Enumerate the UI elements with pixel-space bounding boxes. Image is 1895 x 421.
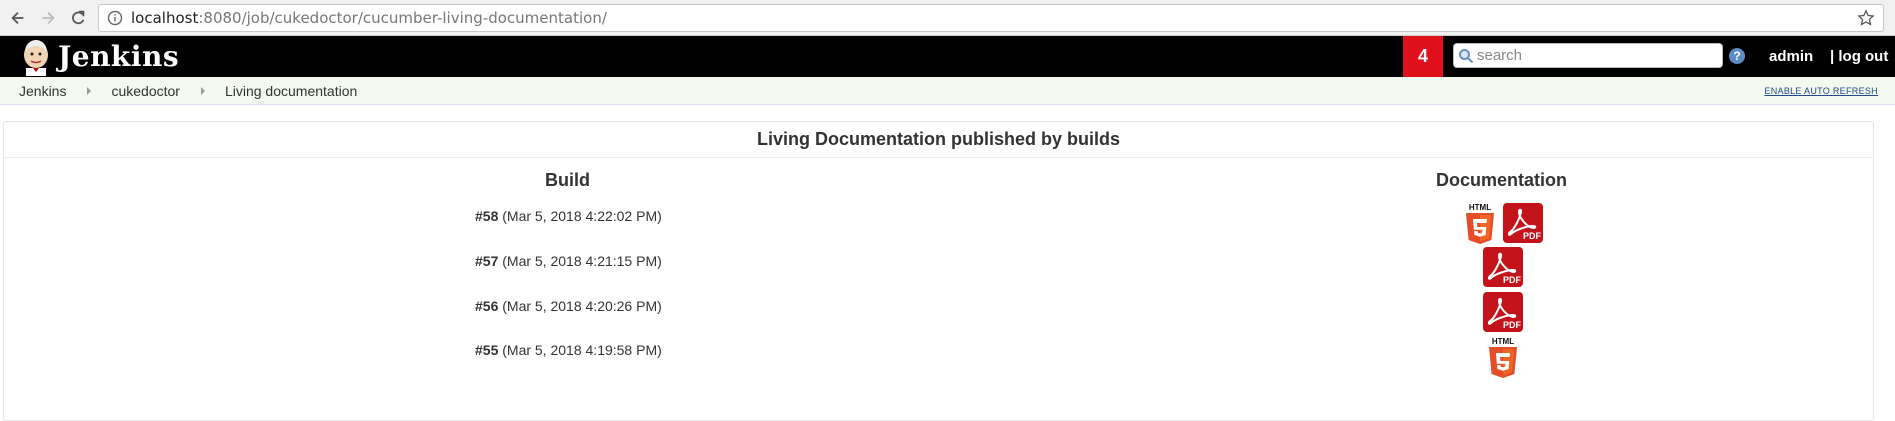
- svg-text:HTML: HTML: [1492, 337, 1514, 346]
- notification-badge[interactable]: 4: [1403, 36, 1443, 77]
- search-box: [1453, 43, 1723, 68]
- back-arrow-icon: [11, 11, 24, 24]
- build-date: (Mar 5, 2018 4:20:26 PM): [502, 298, 662, 314]
- search-input[interactable]: [1477, 47, 1717, 64]
- build-date: (Mar 5, 2018 4:22:02 PM): [502, 208, 662, 224]
- breadcrumb: Jenkins cukedoctor Living documentation …: [0, 77, 1895, 105]
- breadcrumb-separator[interactable]: [87, 86, 92, 95]
- reload-button[interactable]: [66, 6, 90, 30]
- help-icon[interactable]: ?: [1729, 48, 1745, 64]
- logout-link[interactable]: | log out: [1830, 48, 1888, 65]
- build-row[interactable]: #58 (Mar 5, 2018 4:22:02 PM): [475, 208, 662, 224]
- build-row[interactable]: #56 (Mar 5, 2018 4:20:26 PM): [475, 298, 662, 314]
- jenkins-brand: Jenkins: [58, 40, 180, 73]
- back-button[interactable]: [6, 6, 30, 30]
- svg-text:PDF: PDF: [1503, 320, 1522, 330]
- build-date: (Mar 5, 2018 4:19:58 PM): [502, 342, 662, 358]
- living-documentation-panel: Living Documentation published by builds…: [3, 121, 1874, 421]
- forward-arrow-icon: [42, 11, 55, 24]
- browser-toolbar: localhost:8080/job/cukedoctor/cucumber-l…: [0, 0, 1895, 36]
- pdf-icon[interactable]: PDF: [1482, 291, 1524, 333]
- html5-icon[interactable]: HTML: [1487, 336, 1519, 379]
- url-host: localhost: [131, 8, 199, 27]
- documentation-cell: HTML: [1487, 337, 1519, 379]
- breadcrumb-separator[interactable]: [200, 86, 205, 95]
- reload-icon: [72, 10, 85, 24]
- build-number[interactable]: #56: [475, 298, 498, 314]
- url-path: :8080/job/cukedoctor/cucumber-living-doc…: [198, 8, 607, 27]
- documentation-column-header: Documentation: [1436, 170, 1568, 190]
- breadcrumb-item-cukedoctor[interactable]: cukedoctor: [111, 83, 179, 99]
- build-number[interactable]: #58: [475, 208, 498, 224]
- build-column-header: Build: [545, 170, 590, 190]
- info-icon[interactable]: [107, 10, 123, 26]
- panel-title: Living Documentation published by builds: [4, 122, 1873, 158]
- jenkins-logo[interactable]: Jenkins: [18, 38, 179, 76]
- search-icon: [1459, 48, 1474, 63]
- build-row[interactable]: #57 (Mar 5, 2018 4:21:15 PM): [475, 253, 662, 269]
- user-link[interactable]: admin: [1769, 48, 1813, 65]
- build-row[interactable]: #55 (Mar 5, 2018 4:19:58 PM): [475, 342, 662, 358]
- bookmark-star-icon[interactable]: [1857, 8, 1875, 27]
- enable-auto-refresh-link[interactable]: ENABLE AUTO REFRESH: [1764, 86, 1878, 96]
- address-bar[interactable]: localhost:8080/job/cukedoctor/cucumber-l…: [98, 3, 1884, 32]
- forward-button[interactable]: [36, 6, 60, 30]
- svg-text:HTML: HTML: [1469, 203, 1491, 212]
- svg-text:PDF: PDF: [1523, 231, 1542, 241]
- build-number[interactable]: #55: [475, 342, 498, 358]
- jenkins-header: Jenkins 4 ? admin | log out: [0, 36, 1895, 77]
- breadcrumb-item-jenkins[interactable]: Jenkins: [19, 83, 66, 99]
- jenkins-butler-icon: [24, 39, 48, 76]
- documentation-cell: PDF: [1482, 291, 1524, 333]
- build-number[interactable]: #57: [475, 253, 498, 269]
- pdf-icon[interactable]: PDF: [1482, 246, 1524, 288]
- breadcrumb-item-living-documentation[interactable]: Living documentation: [225, 83, 357, 99]
- svg-text:PDF: PDF: [1503, 275, 1522, 285]
- documentation-cell: PDF: [1482, 215, 1524, 288]
- build-date: (Mar 5, 2018 4:21:15 PM): [502, 253, 662, 269]
